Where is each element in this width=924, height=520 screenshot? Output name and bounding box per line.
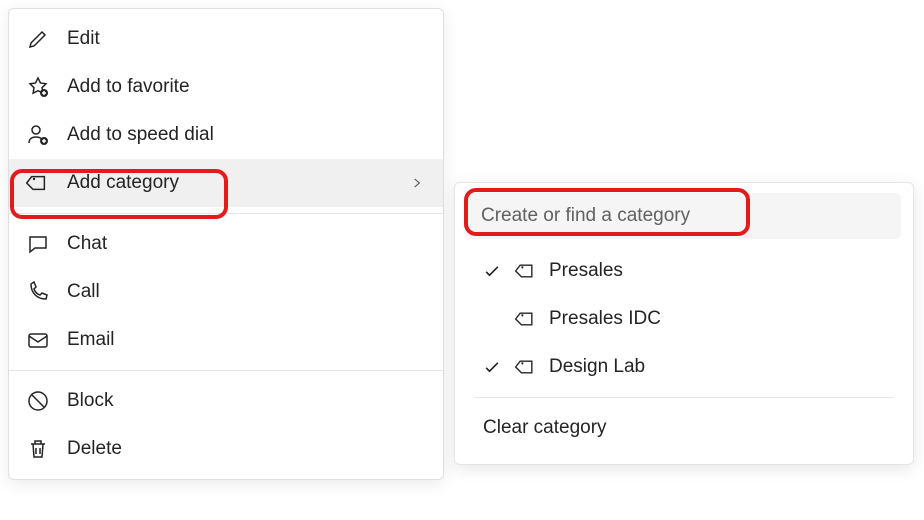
- divider: [9, 370, 443, 371]
- mail-icon: [25, 327, 51, 353]
- tag-icon: [25, 170, 51, 196]
- menu-item-chat[interactable]: Chat: [9, 220, 443, 268]
- menu-item-block[interactable]: Block: [9, 377, 443, 425]
- tag-icon: [509, 308, 543, 330]
- menu-label: Block: [67, 390, 427, 412]
- person-add-icon: [25, 122, 51, 148]
- menu-item-edit[interactable]: Edit: [9, 15, 443, 63]
- menu-label: Email: [67, 329, 427, 351]
- category-item[interactable]: Design Lab: [467, 343, 901, 391]
- divider: [9, 213, 443, 214]
- menu-item-delete[interactable]: Delete: [9, 425, 443, 473]
- clear-category-label: Clear category: [483, 417, 607, 439]
- menu-label: Edit: [67, 28, 427, 50]
- category-label: Presales IDC: [549, 308, 661, 330]
- menu-label: Chat: [67, 233, 427, 255]
- star-add-icon: [25, 74, 51, 100]
- clear-category-button[interactable]: Clear category: [467, 404, 901, 452]
- checkmark-icon: [475, 357, 509, 377]
- chat-icon: [25, 231, 51, 257]
- context-menu: Edit Add to favorite Add to speed dial: [8, 8, 444, 480]
- menu-item-add-category[interactable]: Add category: [9, 159, 443, 207]
- checkmark-icon: [475, 261, 509, 281]
- menu-label: Delete: [67, 438, 427, 460]
- block-icon: [25, 388, 51, 414]
- menu-label: Add to speed dial: [67, 124, 427, 146]
- divider: [475, 397, 893, 398]
- category-list: Presales Presales IDC Design Lab: [467, 247, 901, 391]
- category-item[interactable]: Presales: [467, 247, 901, 295]
- chevron-right-icon: [407, 173, 427, 193]
- menu-label: Add category: [67, 172, 407, 194]
- menu-item-speed-dial[interactable]: Add to speed dial: [9, 111, 443, 159]
- menu-label: Call: [67, 281, 427, 303]
- phone-icon: [25, 279, 51, 305]
- category-search-input[interactable]: [467, 193, 901, 239]
- pencil-icon: [25, 26, 51, 52]
- menu-label: Add to favorite: [67, 76, 427, 98]
- menu-item-favorite[interactable]: Add to favorite: [9, 63, 443, 111]
- tag-icon: [509, 260, 543, 282]
- tag-icon: [509, 356, 543, 378]
- trash-icon: [25, 436, 51, 462]
- category-label: Design Lab: [549, 356, 645, 378]
- menu-item-call[interactable]: Call: [9, 268, 443, 316]
- add-category-submenu: Presales Presales IDC Design Lab Clear c…: [454, 182, 914, 465]
- category-label: Presales: [549, 260, 623, 282]
- category-item[interactable]: Presales IDC: [467, 295, 901, 343]
- menu-item-email[interactable]: Email: [9, 316, 443, 364]
